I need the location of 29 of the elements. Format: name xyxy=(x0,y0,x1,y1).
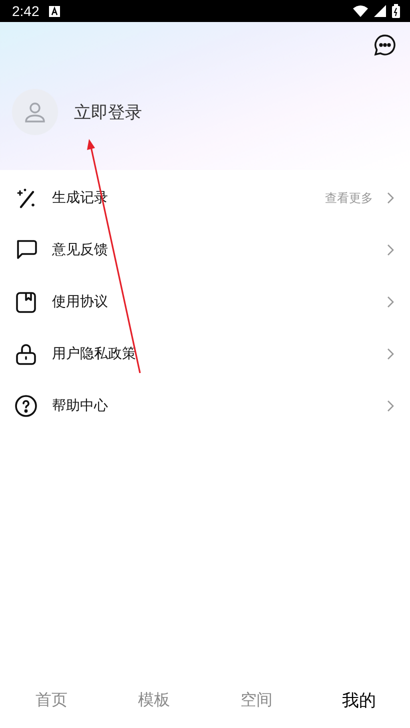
notification-icon xyxy=(49,6,60,16)
chevron-icon xyxy=(387,400,394,412)
nav-tab[interactable]: 空间 xyxy=(240,685,272,716)
login-link[interactable]: 立即登录 xyxy=(74,100,142,124)
menu-label: 帮助中心 xyxy=(52,397,109,415)
chevron-icon xyxy=(387,192,394,204)
menu-item[interactable]: 帮助中心 xyxy=(0,380,410,432)
menu-item[interactable]: 用户隐私政策 xyxy=(0,328,410,380)
speech-bubble-icon xyxy=(14,238,38,262)
menu-item[interactable]: 使用协议 xyxy=(0,276,410,328)
nav-tab[interactable]: 首页 xyxy=(35,685,68,716)
menu-label: 意见反馈 xyxy=(52,241,109,259)
menu-label: 用户隐私政策 xyxy=(52,345,137,363)
nav-tab[interactable]: 模板 xyxy=(138,685,170,716)
person-icon xyxy=(23,100,47,124)
chevron-icon xyxy=(387,244,394,256)
nav-tab[interactable]: 我的 xyxy=(342,685,376,716)
help-icon xyxy=(14,394,38,418)
battery-icon xyxy=(392,4,400,18)
bookmark-card-icon xyxy=(14,290,38,314)
wifi-icon xyxy=(353,5,368,17)
signal-icon xyxy=(374,5,386,17)
chevron-icon xyxy=(387,296,394,308)
chevron-icon xyxy=(387,348,394,360)
status-time: 2:42 xyxy=(12,3,40,19)
menu-label: 使用协议 xyxy=(52,293,109,311)
lock-icon xyxy=(14,342,38,366)
menu-item[interactable]: 意见反馈 xyxy=(0,224,410,276)
chat-icon[interactable] xyxy=(374,34,396,56)
